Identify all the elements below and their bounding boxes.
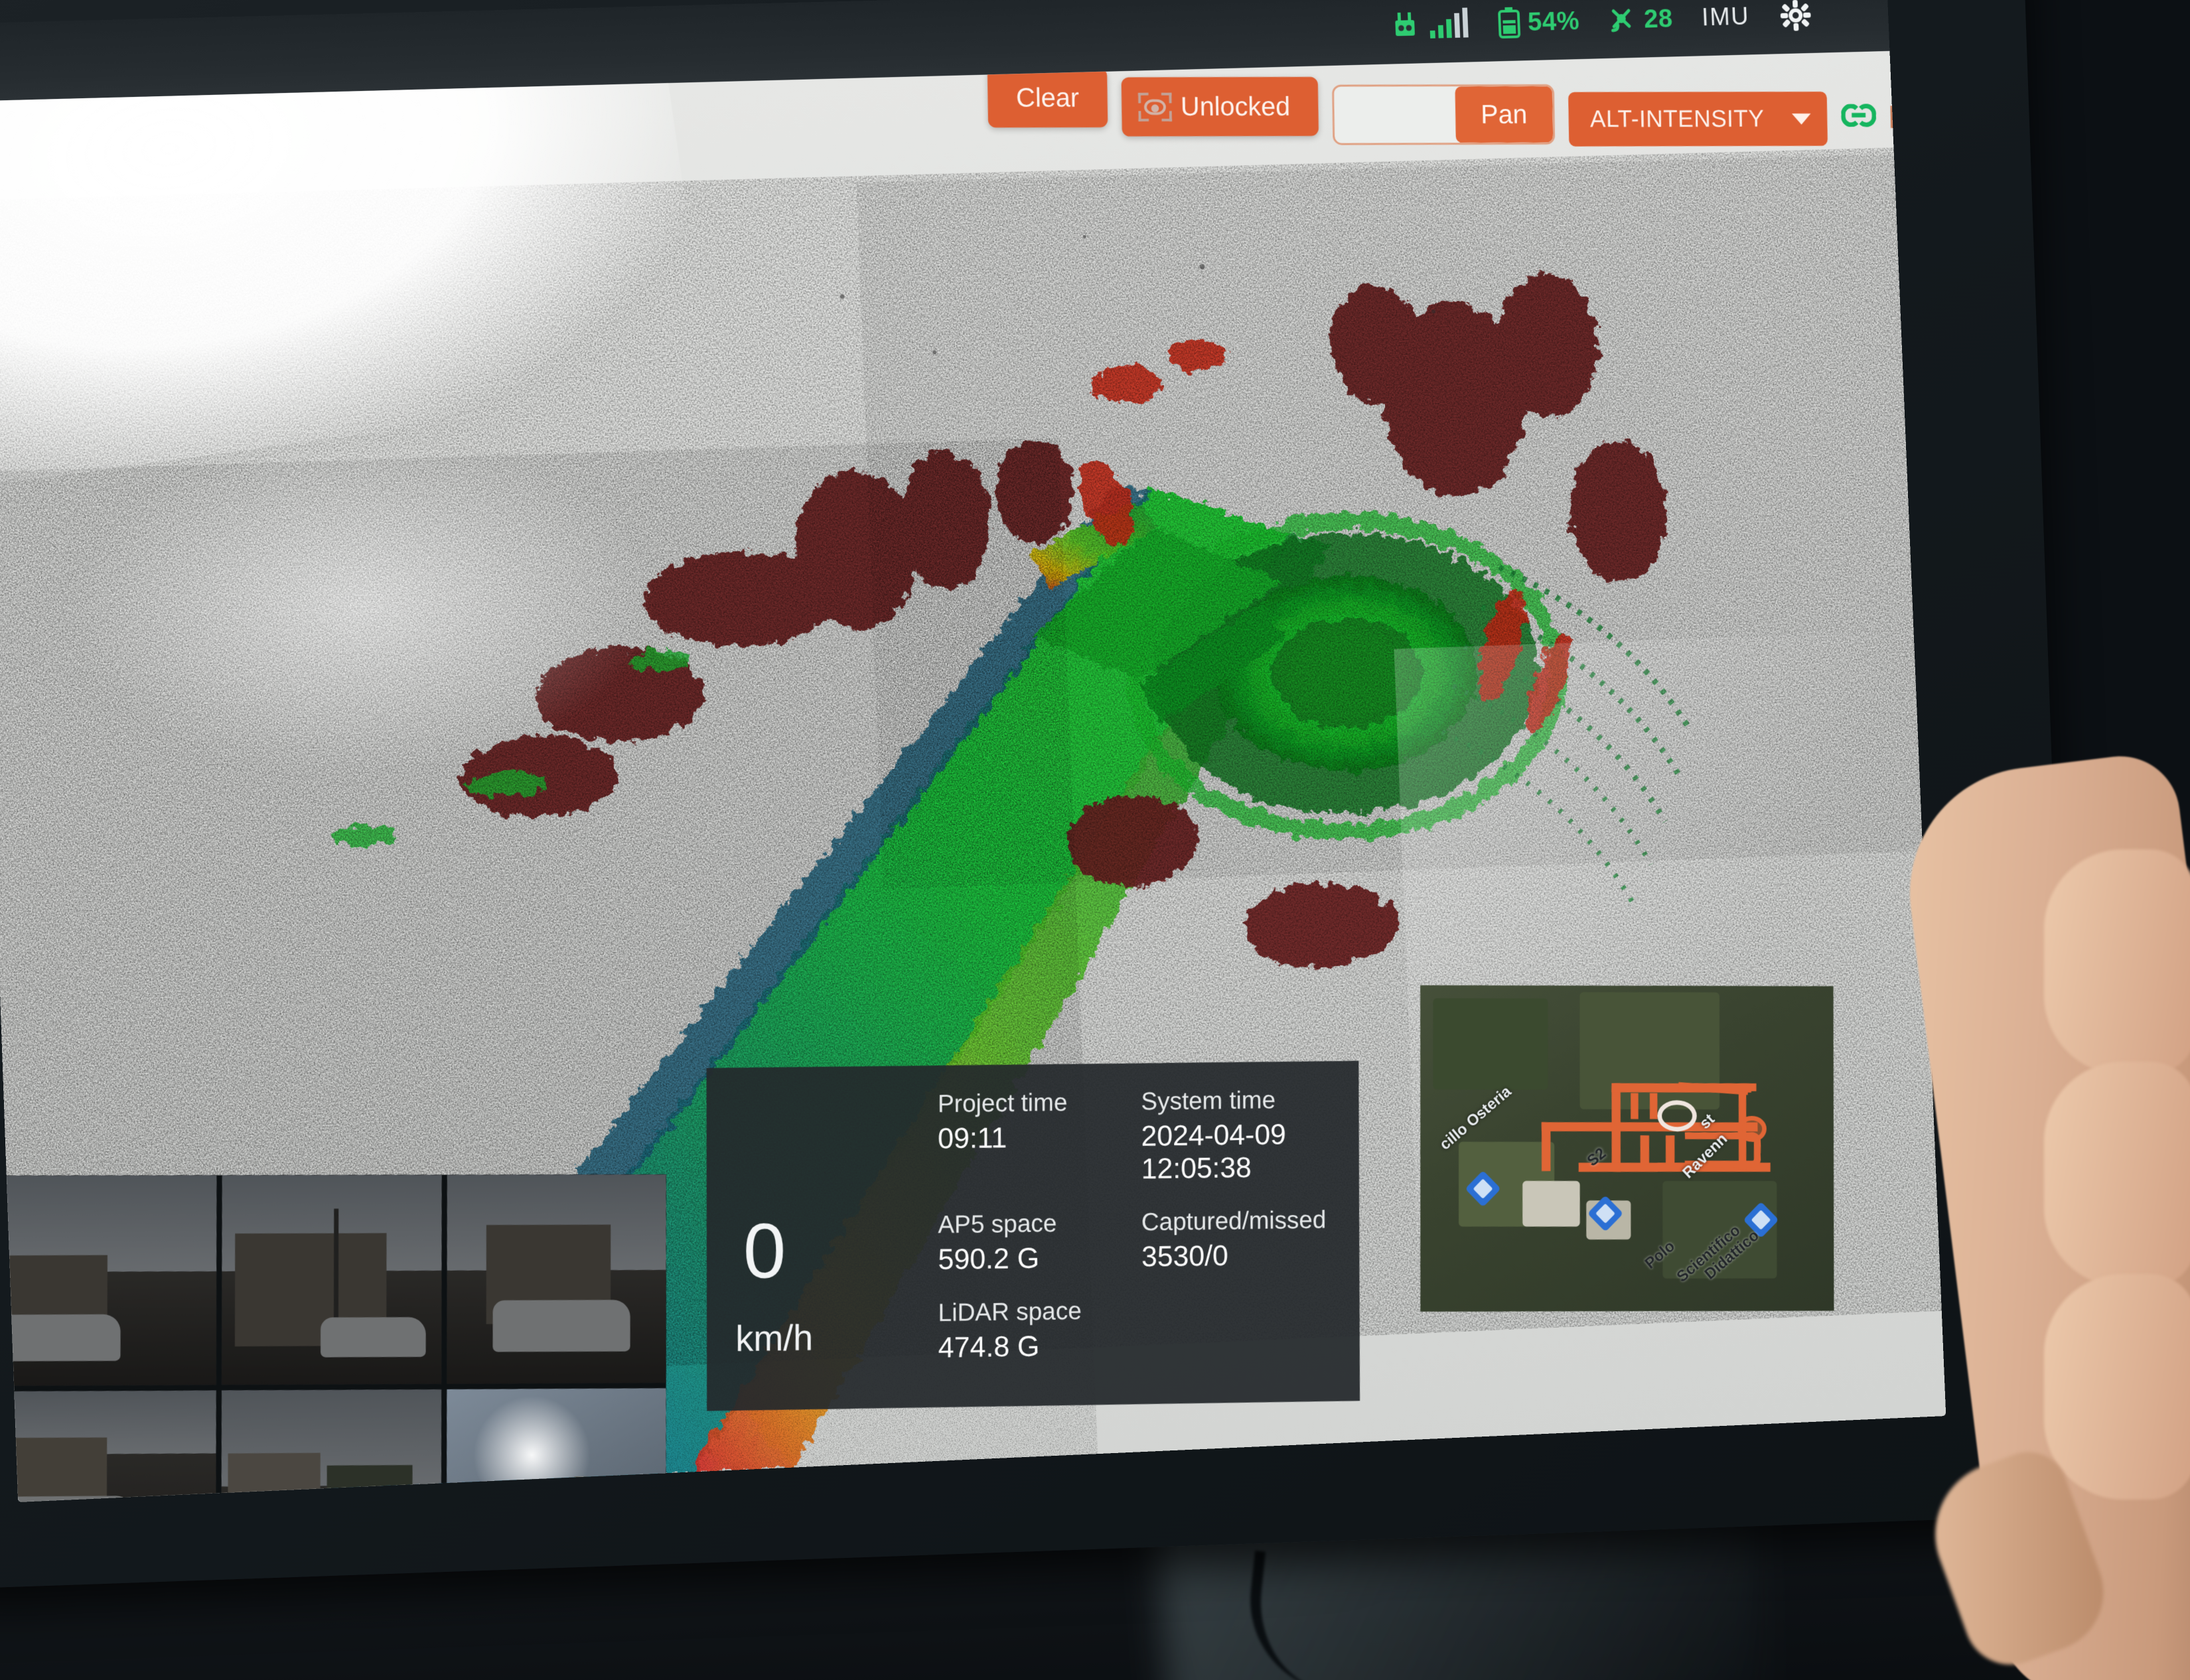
clear-button[interactable]: Clear (987, 68, 1108, 128)
lidar-space-field: LiDAR space 474.8 G (938, 1294, 1132, 1385)
signal-bars-icon (1429, 7, 1469, 38)
system-time-value: 2024-04-09 12:05:38 (1141, 1118, 1286, 1186)
photo-scene: 54% 28 IMU Clear Unlocked Pan ALT-INTENS… (0, 0, 2190, 1680)
captured-missed-field: Captured/missed 3530/0 (1141, 1204, 1334, 1294)
project-time-label: Project time (937, 1089, 1068, 1119)
navigation-mode-segmented-control: Pan (1331, 84, 1556, 145)
camera-preview-2[interactable] (221, 1174, 443, 1385)
lock-view-toggle-button[interactable]: Unlocked (1121, 76, 1319, 137)
viewer-toolbar: Clear Unlocked Pan ALT-INTENSITY (987, 67, 1946, 148)
finger-1 (2044, 849, 2190, 1075)
minimap[interactable]: cillo Osteria S2 st Ravenn Polo Scientif… (1420, 985, 1834, 1312)
tablet-device: 54% 28 IMU Clear Unlocked Pan ALT-INTENS… (0, 0, 2079, 1590)
camera-preview-1[interactable] (0, 1175, 217, 1386)
ap5-space-value: 590.2 G (938, 1242, 1040, 1276)
colormap-value: ALT-INTENSITY (1589, 105, 1765, 133)
speed-unit: km/h (735, 1316, 814, 1360)
gear-icon[interactable] (1778, 0, 1813, 33)
speed-readout: 0 km/h (733, 1088, 928, 1388)
lock-view-label: Unlocked (1180, 91, 1291, 121)
point-cloud-viewport[interactable]: Clear Unlocked Pan ALT-INTENSITY 0 km/h … (0, 50, 1946, 1502)
project-time-field: Project time 09:11 (938, 1085, 1131, 1209)
captured-missed-value: 3530/0 (1141, 1239, 1228, 1273)
telemetry-info-panel: 0 km/h Project time 09:11 AP5 space 590.… (706, 1060, 1360, 1411)
link-icon (1840, 104, 1877, 127)
colormap-dropdown[interactable]: ALT-INTENSITY (1568, 92, 1828, 147)
battery-status: 54% (1497, 5, 1580, 38)
ap5-space-label: AP5 space (938, 1210, 1057, 1239)
speed-value: 0 (743, 1207, 786, 1295)
project-time-value: 09:11 (938, 1121, 1007, 1155)
finger-2 (2044, 1062, 2190, 1287)
signal-status (1394, 7, 1469, 40)
radio-signal-icon (1395, 12, 1416, 36)
battery-icon (1497, 7, 1522, 38)
camera-preview-3[interactable] (447, 1174, 666, 1384)
satellite-count: 28 (1643, 4, 1674, 33)
system-time-field: System time 2024-04-09 12:05:38 (1141, 1084, 1333, 1206)
captured-missed-label: Captured/missed (1141, 1206, 1327, 1237)
chevron-down-icon (1792, 113, 1811, 125)
eye-lock-icon (1138, 92, 1172, 121)
satellite-icon (1608, 4, 1639, 36)
lidar-space-value: 474.8 G (938, 1330, 1040, 1364)
camera-preview-4[interactable] (0, 1390, 216, 1502)
ap5-space-field: AP5 space 590.2 G (938, 1206, 1131, 1297)
segment-pan-option[interactable]: Pan (1455, 86, 1554, 143)
camera-preview-grid[interactable] (0, 1174, 666, 1502)
segment-rotate-option[interactable] (1334, 86, 1456, 143)
lidar-space-label: LiDAR space (938, 1297, 1082, 1328)
tablet-screen: 54% 28 IMU Clear Unlocked Pan ALT-INTENS… (0, 0, 1946, 1502)
finger-3 (2044, 1274, 2190, 1500)
satellite-status: 28 (1608, 3, 1674, 36)
imu-status-label[interactable]: IMU (1702, 3, 1751, 32)
battery-value: 54% (1527, 6, 1580, 36)
system-time-label: System time (1141, 1086, 1276, 1116)
